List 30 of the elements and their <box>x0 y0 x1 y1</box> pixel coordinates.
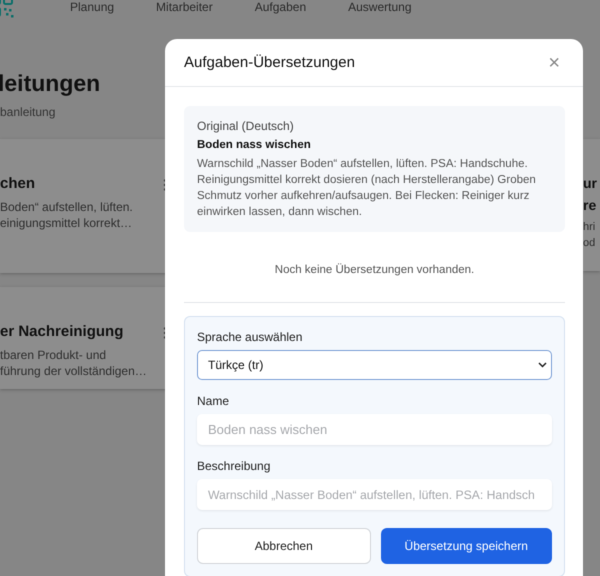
card-description: einigungsmittel korrekt… <box>0 215 133 231</box>
empty-message: Noch keine Übersetzungen vorhanden. <box>274 262 476 278</box>
task-name: Boden nass wischen <box>197 139 312 151</box>
nav-link[interactable]: Mitarbeiter <box>156 0 213 14</box>
save-button[interactable]: Übersetzung speichern <box>380 528 552 564</box>
task-description: Warnschild „Nasser Boden“ aufstellen, lüften. PSA: Handschuhe. Reinigungsmittel korrekt dosieren (nach Herstellerangabe) Groben Schmutz vorher aufkehren/aufsaugen. Bei Flecken: Reiniger kurz einwirken lassen, dann wischen. <box>197 157 537 220</box>
card-title: ur <box>583 175 598 191</box>
name-field[interactable]: Boden nass wischen <box>197 414 552 445</box>
card-description: od <box>583 236 596 251</box>
cancel-button[interactable]: Abbrechen <box>197 528 370 564</box>
field-label: Name <box>197 394 230 408</box>
nav-link[interactable]: Aufgaben <box>254 0 306 14</box>
original-label: Original (Deutsch) <box>197 119 295 133</box>
card-title: re <box>583 197 598 213</box>
dialog-title: Aufgaben-Übersetzungen <box>184 54 355 71</box>
nav-link[interactable]: Auswertung <box>348 0 412 14</box>
nav-link[interactable]: Planung <box>70 0 114 14</box>
card-title: er Nachreinigung <box>0 323 124 340</box>
card-title: chen <box>0 175 36 192</box>
close-button[interactable]: × <box>544 52 564 72</box>
chevron-down-icon <box>538 362 547 368</box>
language-select[interactable]: Türkçe (tr) <box>197 350 552 380</box>
card-description: führung der vollständigen… <box>0 363 147 379</box>
page-subtitle: banleitung <box>0 105 56 119</box>
card-description: Boden“ aufstellen, lüften. <box>0 199 133 215</box>
field-label: Beschreibung <box>197 459 272 473</box>
field-label: Sprache auswählen <box>197 330 304 344</box>
card-description: tbaren Produkt- und <box>0 347 108 363</box>
description-field[interactable]: Warnschild „Nasser Boden“ aufstellen, lüften. PSA: Handsch <box>197 479 552 510</box>
card-description: hri <box>583 220 596 235</box>
